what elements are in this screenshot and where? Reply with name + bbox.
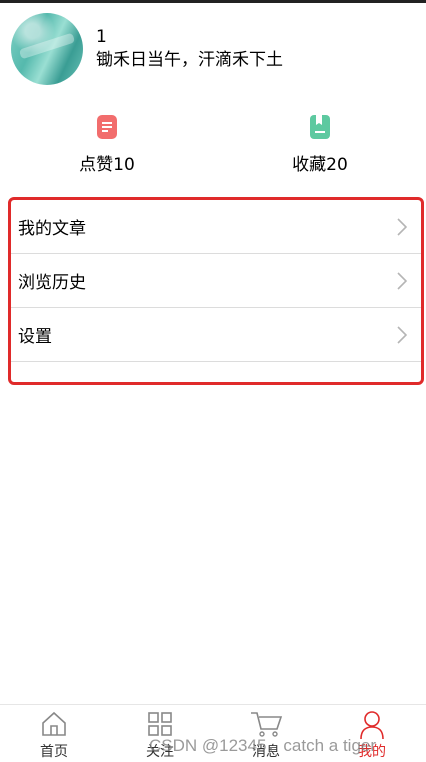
bookmark-book-icon — [310, 115, 330, 139]
chevron-right-icon — [397, 326, 407, 344]
menu-item-my-articles[interactable]: 我的文章 — [11, 200, 421, 254]
chevron-right-icon — [397, 272, 407, 290]
tab-label: 首页 — [40, 744, 68, 760]
menu-item-settings[interactable]: 设置 — [11, 308, 421, 362]
home-icon — [42, 711, 66, 736]
chevron-right-icon — [397, 218, 407, 236]
menu-item-label: 我的文章 — [18, 219, 86, 239]
profile-header[interactable]: 1 锄禾日当午，汗滴禾下土 — [11, 13, 283, 85]
tab-home[interactable]: 首页 — [14, 705, 94, 762]
favorites-label: 收藏20 — [292, 155, 348, 175]
document-icon — [97, 115, 117, 139]
menu-item-label: 浏览历史 — [18, 273, 86, 293]
top-border — [0, 0, 426, 3]
favorites-stat[interactable]: 收藏20 — [260, 114, 380, 175]
menu-list: 我的文章 浏览历史 设置 — [8, 197, 424, 385]
profile-text: 1 锄禾日当午，汗滴禾下土 — [96, 27, 283, 71]
username: 1 — [96, 27, 107, 47]
menu-item-history[interactable]: 浏览历史 — [11, 254, 421, 308]
stats-row: 点赞10 收藏20 — [0, 114, 426, 178]
likes-stat[interactable]: 点赞10 — [47, 114, 167, 175]
menu-item-label: 设置 — [18, 327, 52, 347]
likes-label: 点赞10 — [79, 155, 135, 175]
watermark-text: CSDN @12345，catch a tiger — [149, 736, 377, 755]
profile-motto: 锄禾日当午，汗滴禾下土 — [96, 50, 283, 70]
avatar[interactable] — [11, 13, 83, 85]
